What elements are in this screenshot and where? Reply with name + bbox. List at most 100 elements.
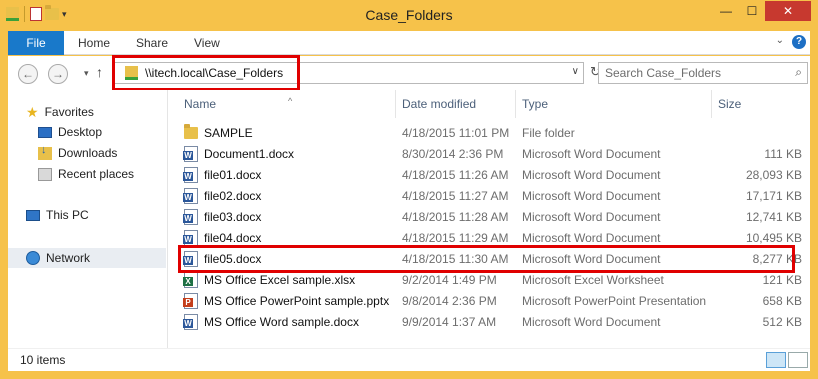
file-name-cell[interactable]: Wfile04.docx xyxy=(183,229,262,246)
address-highlight-box xyxy=(112,55,300,91)
search-icon[interactable]: ⌕ xyxy=(795,65,802,80)
table-row[interactable]: Wfile03.docx 4/18/2015 11:28 AM Microsoft … xyxy=(178,206,808,227)
recent-locations-icon[interactable]: ▾ xyxy=(84,68,89,79)
file-type-badge: W xyxy=(183,192,193,202)
nav-desktop[interactable]: Desktop xyxy=(38,122,102,142)
file-date: 4/18/2015 11:26 AM xyxy=(402,167,509,182)
file-size: 111 KB xyxy=(764,146,802,161)
nav-recent-label: Recent places xyxy=(58,167,135,181)
address-history-icon[interactable]: ∨ xyxy=(572,66,579,77)
large-icons-view-button[interactable] xyxy=(788,352,808,368)
file-type-badge: X xyxy=(183,276,193,286)
up-button[interactable]: ↑ xyxy=(96,64,103,80)
file-name: MS Office PowerPoint sample.pptx xyxy=(204,293,390,308)
nav-downloads[interactable]: Downloads xyxy=(38,143,117,163)
search-placeholder: Search Case_Folders xyxy=(605,66,722,80)
content-area: ★ Favorites Desktop Downloads Recent pla… xyxy=(8,90,810,348)
column-header-date[interactable]: Date modified xyxy=(396,90,516,118)
file-name-cell[interactable]: W MS Office Word sample.docx xyxy=(183,313,359,330)
help-icon[interactable]: ? xyxy=(792,35,806,49)
file-type: Microsoft Word Document xyxy=(522,314,661,329)
tab-home[interactable]: Home xyxy=(66,31,122,55)
star-icon: ★ xyxy=(26,103,39,120)
file-date: 4/18/2015 11:29 AM xyxy=(402,230,509,245)
tab-file[interactable]: File xyxy=(8,31,64,55)
network-icon xyxy=(26,251,40,265)
file-type: File folder xyxy=(522,125,575,140)
nav-downloads-label: Downloads xyxy=(58,146,118,160)
table-row[interactable]: Wfile01.docx 4/18/2015 11:26 AM Microsoft … xyxy=(178,164,808,185)
file-size: 512 KB xyxy=(762,314,802,329)
file-type: Microsoft Excel Worksheet xyxy=(522,272,664,287)
file-name: file04.docx xyxy=(204,230,262,245)
file-type: Microsoft Word Document xyxy=(522,167,661,182)
navigation-pane: ★ Favorites Desktop Downloads Recent pla… xyxy=(8,90,168,348)
excel-doc-icon: X xyxy=(183,271,198,288)
maximize-button[interactable]: ☐ xyxy=(739,1,765,21)
file-type-badge: W xyxy=(183,318,193,328)
downloads-icon xyxy=(38,144,52,160)
table-row[interactable]: P MS Office PowerPoint sample.pptx 9/8/201… xyxy=(178,290,808,311)
file-type: Microsoft Word Document xyxy=(522,146,661,161)
file-name-cell[interactable]: Wfile03.docx xyxy=(183,208,262,225)
file-name: SAMPLE xyxy=(204,125,253,140)
back-button[interactable]: ← xyxy=(18,64,38,84)
table-row[interactable]: SAMPLE 4/18/2015 11:01 PM File folder xyxy=(178,122,808,143)
file-type-badge: W xyxy=(183,234,193,244)
file-date: 9/9/2014 1:37 AM xyxy=(402,314,497,329)
table-row[interactable]: Wfile02.docx 4/18/2015 11:27 AM Microsoft … xyxy=(178,185,808,206)
computer-icon xyxy=(26,209,40,221)
word-doc-icon: W xyxy=(183,313,198,330)
file-size: 28,093 KB xyxy=(745,167,802,182)
minimize-button[interactable]: — xyxy=(713,1,739,21)
column-header-name[interactable]: ^ Name xyxy=(178,90,396,118)
column-header-size[interactable]: Size xyxy=(712,90,808,118)
file-name: file02.docx xyxy=(204,188,262,203)
nav-this-pc[interactable]: This PC xyxy=(26,205,89,225)
file-type: Microsoft Word Document xyxy=(522,209,661,224)
file-name-cell[interactable]: SAMPLE xyxy=(184,123,253,140)
nav-network-label: Network xyxy=(46,251,91,265)
nav-desktop-label: Desktop xyxy=(58,125,103,139)
tab-view[interactable]: View xyxy=(182,31,232,55)
tab-share[interactable]: Share xyxy=(124,31,180,55)
file-name-cell[interactable]: Wfile01.docx xyxy=(183,166,262,183)
file-name-cell[interactable]: X MS Office Excel sample.xlsx xyxy=(183,271,355,288)
file-name-cell[interactable]: Wfile02.docx xyxy=(183,187,262,204)
nav-favorites[interactable]: ★ Favorites xyxy=(26,102,94,122)
table-row[interactable]: W Document1.docx 8/30/2014 2:36 PM Microsof… xyxy=(178,143,808,164)
nav-network[interactable]: Network xyxy=(26,248,90,268)
forward-button[interactable]: → xyxy=(48,64,68,84)
file-date: 9/8/2014 2:36 PM xyxy=(402,293,497,308)
file-size: 121 KB xyxy=(762,272,802,287)
table-row[interactable]: W MS Office Word sample.docx 9/9/2014 1:37… xyxy=(178,311,808,332)
file-type-badge: W xyxy=(183,150,193,160)
nav-recent-places[interactable]: Recent places xyxy=(38,164,134,184)
powerpoint-doc-icon: P xyxy=(183,292,198,309)
ribbon-tabs: File Home Share View ⌄ ? xyxy=(8,31,810,55)
file-list: ^ Name Date modified Type Size SAMPLE 4/1… xyxy=(178,90,808,348)
recent-places-icon xyxy=(38,167,52,181)
word-doc-icon: W xyxy=(183,187,198,204)
file-type-badge: W xyxy=(183,213,193,223)
column-header-type[interactable]: Type xyxy=(516,90,712,118)
title-bar: ▾ Case_Folders — ☐ ✕ xyxy=(0,0,818,30)
file-name: MS Office Word sample.docx xyxy=(204,314,359,329)
window-title: Case_Folders xyxy=(365,7,453,23)
file-name: Document1.docx xyxy=(204,146,295,161)
file-type-badge: P xyxy=(183,297,193,307)
status-bar: 10 items xyxy=(8,348,810,371)
details-view-button[interactable] xyxy=(766,352,786,368)
desktop-icon xyxy=(38,126,52,138)
file-type-badge: W xyxy=(183,171,193,181)
row-highlight-box xyxy=(178,245,795,273)
file-name: file01.docx xyxy=(204,167,262,182)
close-button[interactable]: ✕ xyxy=(765,1,811,21)
expand-ribbon-icon[interactable]: ⌄ xyxy=(776,35,784,46)
search-input[interactable]: Search Case_Folders ⌕ xyxy=(598,62,808,84)
file-name-cell[interactable]: P MS Office PowerPoint sample.pptx xyxy=(183,292,390,309)
file-name: file03.docx xyxy=(204,209,262,224)
file-date: 8/30/2014 2:36 PM xyxy=(402,146,504,161)
file-name-cell[interactable]: W Document1.docx xyxy=(183,145,295,162)
file-date: 4/18/2015 11:01 PM xyxy=(402,125,510,140)
